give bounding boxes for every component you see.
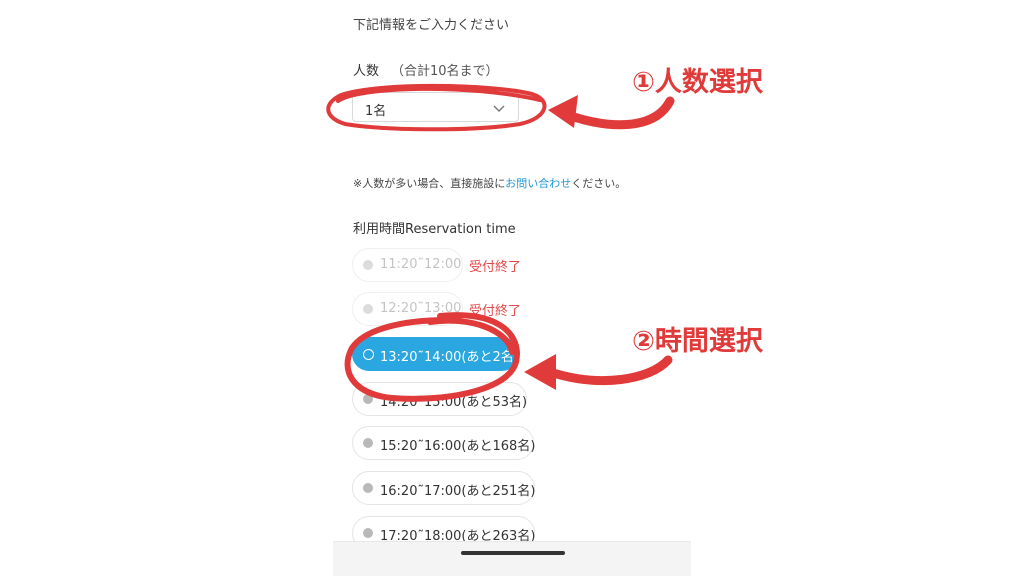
party-size-label: 人数 （合計10名まで） — [353, 60, 499, 79]
chevron-down-icon — [492, 100, 506, 119]
radio-icon — [363, 438, 373, 448]
step1-annotation: ①人数選択 — [632, 67, 763, 98]
time-slot-6[interactable]: 16:20˜17:00(あと251名) — [352, 471, 535, 505]
notice-suffix: ください。 — [571, 177, 627, 190]
time-slot-2: 12:20˜13:00 — [352, 292, 463, 326]
radio-icon — [363, 349, 374, 360]
step2-annotation: ②時間選択 — [632, 326, 763, 357]
time-slot-1: 11:20˜12:00 — [352, 248, 463, 282]
screenshot-stage: 下記情報をご入力ください 人数 （合計10名まで） 1名 ※人数が多い場合、直接施… — [0, 0, 1024, 576]
reservation-time-label: 利用時間Reservation time — [353, 222, 516, 237]
contact-link[interactable]: お問い合わせ — [505, 177, 571, 190]
closed-status-tag: 受付終了 — [469, 260, 522, 275]
time-slot-label: 13:20˜14:00(あと2名) — [380, 350, 519, 365]
party-size-value: 1名 — [365, 104, 387, 119]
notice-prefix: ※人数が多い場合、直接施設に — [353, 177, 506, 190]
party-size-limit-note: （合計10名まで） — [391, 64, 499, 79]
time-slot-label: 14:20˜15:00(あと53名) — [380, 395, 528, 410]
time-slot-4[interactable]: 14:20˜15:00(あと53名) — [352, 382, 527, 416]
party-size-title: 人数 — [353, 64, 380, 79]
radio-icon — [363, 528, 373, 538]
time-slot-5[interactable]: 15:20˜16:00(あと168名) — [352, 426, 536, 460]
bottom-safe-area — [333, 541, 691, 576]
time-slot-label: 15:20˜16:00(あと168名) — [380, 439, 536, 454]
radio-icon — [363, 483, 373, 493]
time-slot-label: 11:20˜12:00 — [380, 257, 462, 272]
time-slot-3[interactable]: 13:20˜14:00(あと2名) — [352, 337, 519, 371]
large-group-notice: ※人数が多い場合、直接施設にお問い合わせください。 — [353, 175, 626, 191]
form-intro: 下記情報をご入力ください — [353, 18, 510, 33]
time-slot-label: 12:20˜13:00 — [380, 301, 462, 316]
radio-icon — [363, 304, 373, 314]
closed-status-tag: 受付終了 — [469, 304, 522, 319]
home-indicator — [461, 551, 565, 555]
radio-icon — [363, 394, 373, 404]
radio-icon — [363, 260, 373, 270]
party-size-select[interactable]: 1名 — [352, 92, 519, 122]
time-slot-label: 16:20˜17:00(あと251名) — [380, 484, 536, 499]
